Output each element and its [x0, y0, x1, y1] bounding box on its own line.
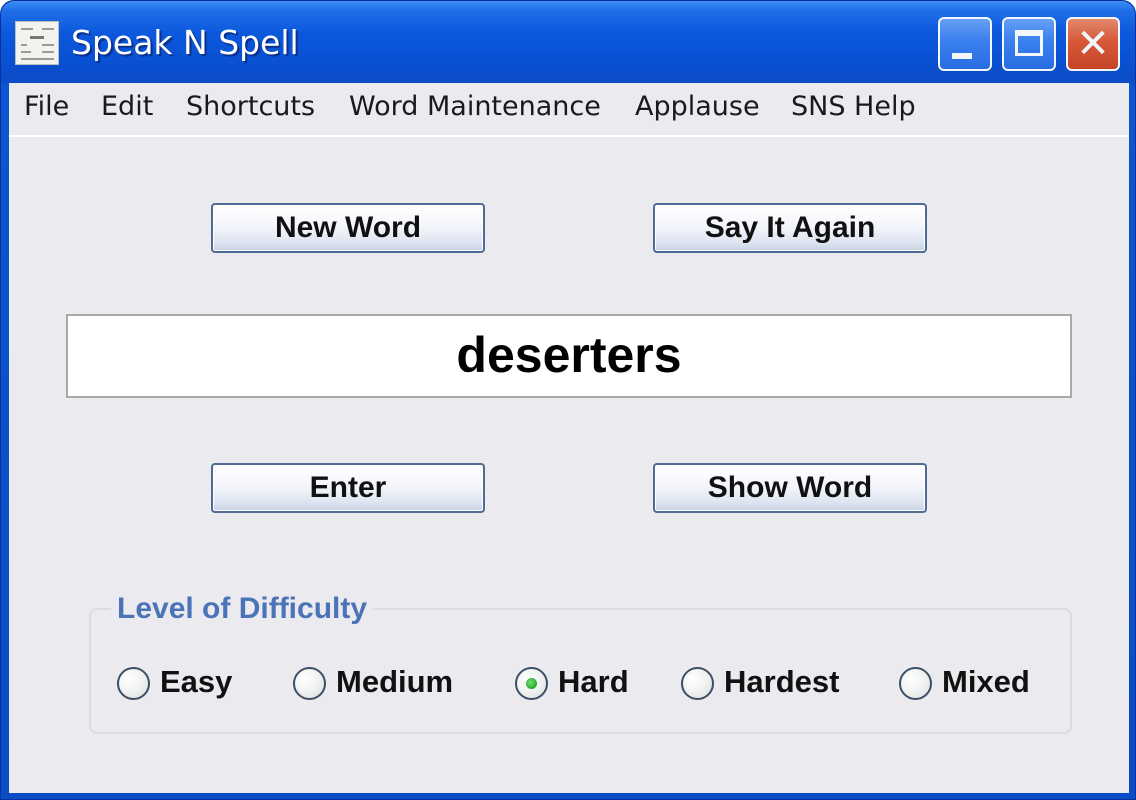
show-word-button[interactable]: Show Word	[653, 463, 927, 513]
app-icon	[15, 21, 59, 65]
window-title: Speak N Spell	[71, 23, 299, 62]
enter-button[interactable]: Enter	[211, 463, 485, 513]
radio-button-icon[interactable]	[117, 667, 150, 700]
radio-button-icon[interactable]	[899, 667, 932, 700]
menu-file[interactable]: File	[24, 91, 69, 122]
menu-shortcuts[interactable]: Shortcuts	[186, 91, 315, 122]
menu-applause[interactable]: Applause	[635, 91, 760, 122]
menu-bar: File Edit Shortcuts Word Maintenance App…	[9, 83, 1129, 137]
menu-sns-help[interactable]: SNS Help	[791, 91, 916, 122]
word-input[interactable]: deserters	[66, 314, 1072, 398]
maximize-icon	[1015, 30, 1043, 56]
difficulty-legend: Level of Difficulty	[111, 592, 374, 626]
minimize-button[interactable]	[938, 17, 992, 71]
radio-selected-dot-icon	[526, 678, 537, 689]
radio-label: Medium	[336, 664, 454, 699]
radio-button-icon[interactable]	[515, 667, 548, 700]
say-it-again-button[interactable]: Say It Again	[653, 203, 927, 253]
radio-label: Easy	[160, 664, 233, 699]
maximize-button[interactable]	[1002, 17, 1056, 71]
radio-button-icon[interactable]	[293, 667, 326, 700]
radio-label: Hard	[558, 664, 629, 699]
menu-edit[interactable]: Edit	[101, 91, 153, 122]
menu-word-maintenance[interactable]: Word Maintenance	[349, 91, 601, 122]
difficulty-group: Level of Difficulty Easy Medium Hard Har…	[89, 592, 1072, 734]
radio-label: Hardest	[724, 664, 840, 699]
title-bar[interactable]: Speak N Spell ✕	[1, 1, 1135, 83]
radio-label: Mixed	[942, 664, 1030, 699]
radio-button-icon[interactable]	[681, 667, 714, 700]
client-area: File Edit Shortcuts Word Maintenance App…	[9, 83, 1129, 793]
close-icon: ✕	[1076, 21, 1110, 67]
app-window: Speak N Spell ✕ File Edit Shortcuts Word…	[0, 0, 1136, 800]
minimize-icon	[952, 53, 972, 59]
new-word-button[interactable]: New Word	[211, 203, 485, 253]
close-button[interactable]: ✕	[1066, 17, 1120, 71]
